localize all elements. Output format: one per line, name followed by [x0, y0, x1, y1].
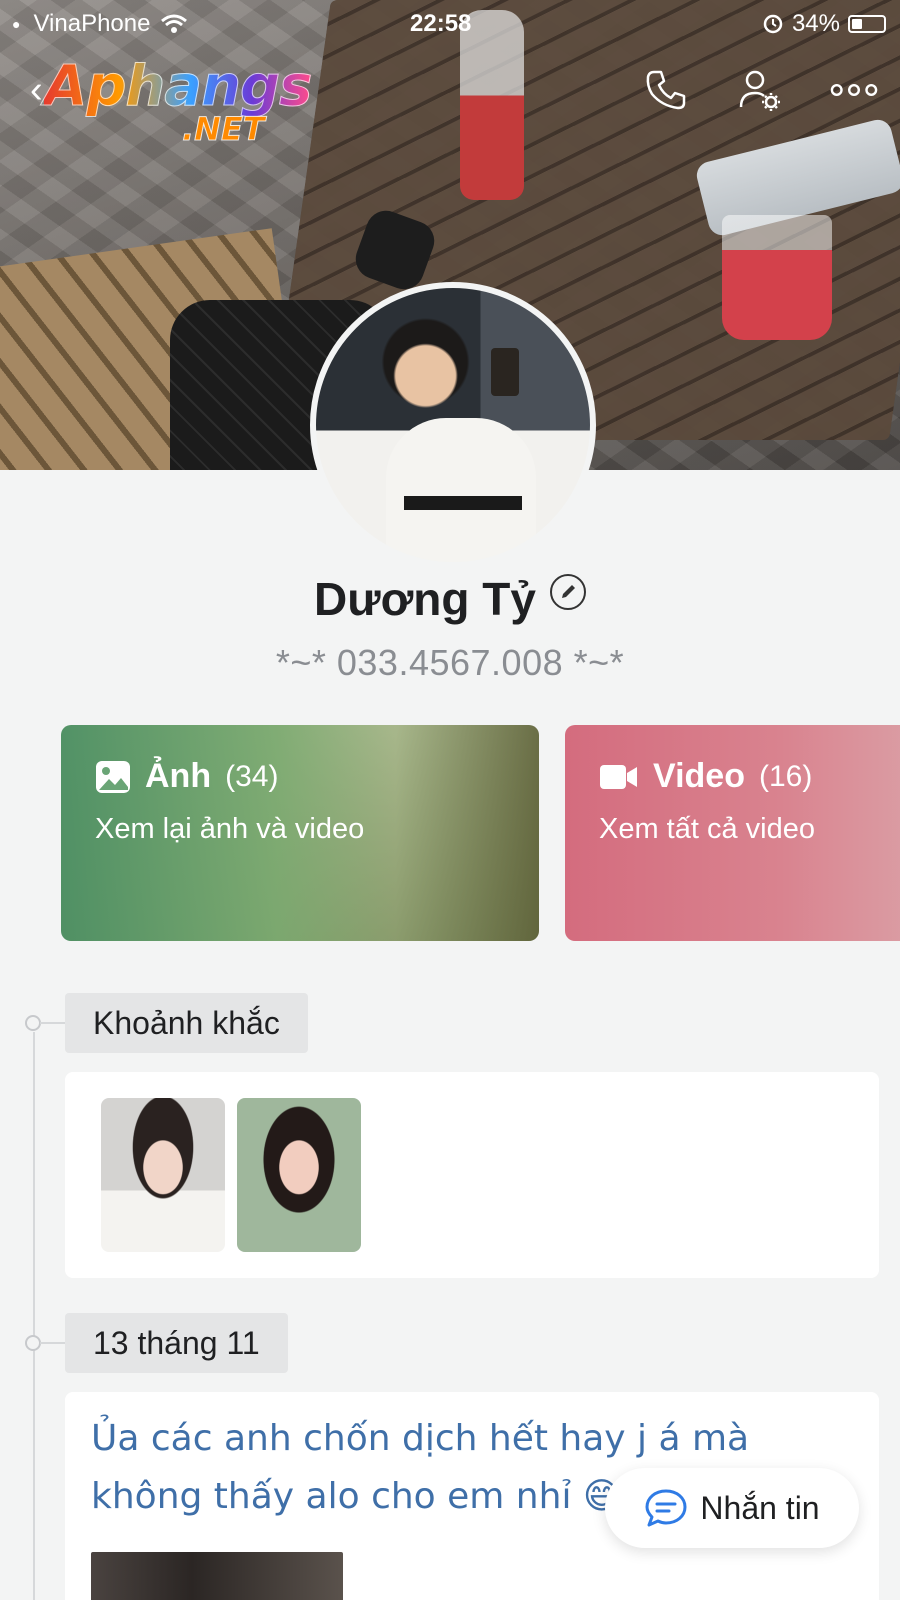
battery-icon [848, 15, 886, 33]
photos-title: Ảnh [145, 757, 212, 795]
date-label: 13 tháng 11 [65, 1313, 288, 1373]
status-bar: ● VinaPhone 22:58 34% [0, 6, 900, 42]
videos-desc: Xem tất cả video [599, 813, 815, 845]
image-icon [96, 760, 130, 793]
pencil-icon [561, 585, 575, 598]
moments-label: Khoảnh khắc [65, 993, 308, 1053]
carrier-name: VinaPhone [33, 10, 151, 37]
message-button-label: Nhắn tin [700, 1489, 820, 1526]
status-right: 34% [762, 10, 886, 38]
call-button[interactable] [642, 66, 690, 114]
profile-status: *~* 033.4567.008 *~* [275, 642, 625, 683]
edit-name-button[interactable] [549, 574, 586, 610]
moments-panel [65, 1072, 879, 1278]
clock: 22:58 [410, 10, 472, 37]
contact-settings-button[interactable] [736, 66, 784, 114]
watermark-logo: Aphangs .NET [43, 54, 312, 149]
alarm-icon [763, 14, 783, 34]
signal-icon: ● [12, 16, 24, 32]
photos-card[interactable]: Ảnh (34) Xem lại ảnh và video [61, 725, 539, 941]
carrier: ● VinaPhone [12, 10, 188, 38]
moment-thumbnail[interactable] [101, 1098, 225, 1252]
timeline-line [33, 1032, 35, 1600]
videos-count: (16) [758, 759, 813, 793]
avatar-dress [386, 418, 536, 562]
cover-glass [722, 215, 832, 340]
logo-line1: Aphangs [43, 54, 312, 119]
videos-card-head: Video (16) [599, 757, 812, 796]
chat-bubble-icon [645, 1489, 687, 1527]
photos-desc: Xem lại ảnh và video [95, 813, 365, 845]
header-actions [642, 66, 878, 114]
battery-percent: 34% [791, 10, 840, 37]
avatar-belt [404, 496, 522, 510]
videos-card[interactable]: Video (16) Xem tất cả video [565, 725, 900, 941]
timeline-dot [25, 1335, 41, 1351]
timeline-dot [25, 1015, 41, 1031]
videos-title: Video [653, 757, 745, 795]
avatar[interactable] [310, 282, 596, 568]
message-button[interactable]: Nhắn tin [605, 1468, 859, 1548]
photos-card-head: Ảnh (34) [95, 757, 278, 796]
video-camera-icon [600, 764, 637, 789]
name-row: Dương Tỷ [0, 572, 900, 626]
photos-count: (34) [225, 759, 279, 793]
more-icon [830, 84, 878, 96]
contact-settings-icon [739, 70, 780, 111]
more-button[interactable] [830, 66, 878, 114]
profile-name: Dương Tỷ [314, 573, 536, 625]
phone-icon [646, 70, 686, 110]
wifi-icon [161, 14, 188, 33]
post-photo[interactable] [91, 1552, 343, 1600]
avatar-phone [491, 348, 519, 396]
moment-thumbnail[interactable] [237, 1098, 361, 1252]
